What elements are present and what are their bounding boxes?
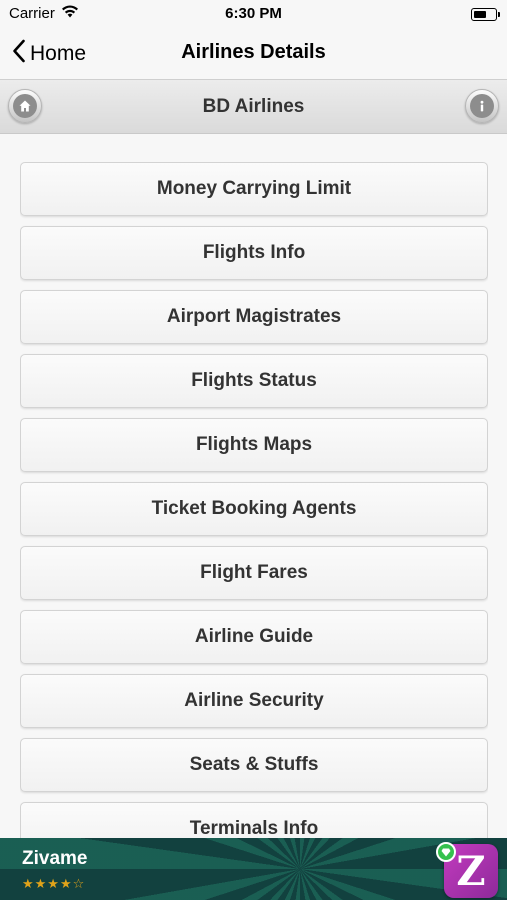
home-icon	[13, 94, 37, 118]
menu-item-ticket-booking-agents[interactable]: Ticket Booking Agents	[20, 482, 488, 536]
back-button-label: Home	[30, 42, 87, 65]
menu-item-flights-info[interactable]: Flights Info	[20, 226, 488, 280]
back-button[interactable]: Home	[12, 38, 86, 70]
chevron-left-icon	[12, 39, 26, 69]
section-title: BD Airlines	[202, 96, 305, 117]
ad-app-name: Zivame	[22, 848, 88, 869]
menu-list: Money Carrying Limit Flights Info Airpor…	[20, 162, 488, 838]
menu-item-money-carrying-limit[interactable]: Money Carrying Limit	[20, 162, 488, 216]
info-icon	[470, 94, 494, 118]
menu-item-terminals-info[interactable]: Terminals Info	[20, 802, 488, 838]
diamond-icon	[436, 842, 456, 862]
menu-item-airline-guide[interactable]: Airline Guide	[20, 610, 488, 664]
menu-item-airline-security[interactable]: Airline Security	[20, 674, 488, 728]
section-header: BD Airlines	[0, 80, 507, 134]
status-time: 6:30 PM	[225, 5, 282, 22]
info-button[interactable]	[465, 89, 499, 123]
menu-item-flights-maps[interactable]: Flights Maps	[20, 418, 488, 472]
menu-item-airport-magistrates[interactable]: Airport Magistrates	[20, 290, 488, 344]
menu-item-seats-stuffs[interactable]: Seats & Stuffs	[20, 738, 488, 792]
ad-banner[interactable]: Zivame ★★★★☆ Z	[0, 838, 507, 900]
navigation-bar: Home Airlines Details	[0, 28, 507, 80]
menu-item-flight-fares[interactable]: Flight Fares	[20, 546, 488, 600]
home-button[interactable]	[8, 89, 42, 123]
battery-icon	[471, 8, 500, 21]
ad-rating-stars: ★★★★☆	[22, 876, 86, 891]
status-bar: Carrier 6:30 PM	[0, 0, 507, 28]
menu-item-flights-status[interactable]: Flights Status	[20, 354, 488, 408]
